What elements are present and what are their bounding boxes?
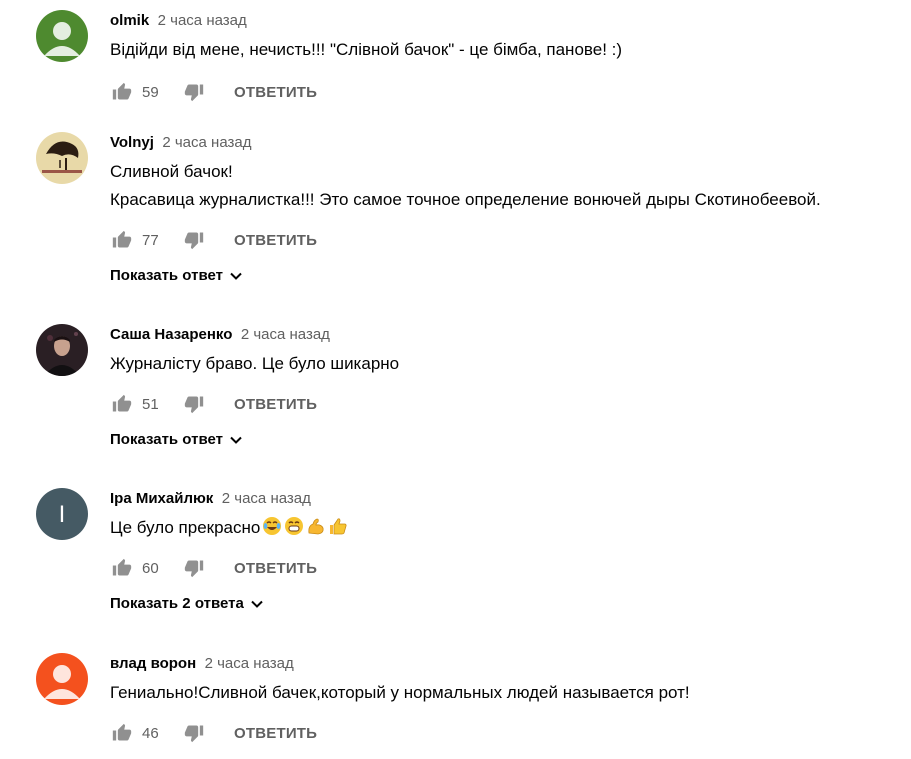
thumbs-up-icon [112,723,132,741]
comment-header: влад ворон 2 часа назад [110,653,911,675]
comment-text: Журналісту браво. Це було шикарно [110,354,400,373]
dislike-button[interactable] [182,392,206,416]
show-replies-label: Показать ответ [110,267,223,284]
comment-timestamp[interactable]: 2 часа назад [241,326,330,343]
comment-actions: 46 ОТВЕТИТЬ [110,721,317,745]
dislike-button[interactable] [182,556,206,580]
author-name[interactable]: Volnyj [110,134,154,151]
comment-actions: 60 ОТВЕТИТЬ [110,556,317,580]
comment-timestamp[interactable]: 2 часа назад [158,12,247,29]
reply-button[interactable]: ОТВЕТИТЬ [234,84,317,101]
comment-header: Саша Назаренко 2 часа назад [110,324,911,346]
like-count: 59 [142,83,159,101]
avatar[interactable] [36,132,88,184]
like-button[interactable] [110,392,134,416]
avatar[interactable] [36,324,88,376]
comment-actions: 51 ОТВЕТИТЬ [110,392,317,416]
comment-actions: 59 ОТВЕТИТЬ [110,80,317,104]
comment-text: Гениально!Сливной бачек,который у нормал… [110,683,690,702]
author-name[interactable]: Саша Назаренко [110,326,232,343]
dislike-button[interactable] [182,228,206,252]
dislike-button[interactable] [182,80,206,104]
like-button[interactable] [110,228,134,252]
avatar[interactable] [36,10,88,62]
thumbs-down-icon [184,725,204,743]
thumbs-up-emoji-icon [328,516,348,536]
author-name[interactable]: olmik [110,12,149,29]
show-replies-button[interactable]: Показать 2 ответа [110,592,264,616]
thumbs-down-icon [184,396,204,414]
thumbs-up-icon [112,230,132,248]
avatar[interactable]: І [36,488,88,540]
like-count: 51 [142,395,159,413]
comment-timestamp[interactable]: 2 часа назад [205,655,294,672]
comment-body: olmik 2 часа назад Відійди від мене, неч… [110,10,911,102]
thumbs-down-icon [184,84,204,102]
letter-avatar-icon: І [36,488,88,540]
comment-text-content: Це було прекрасно [110,518,261,537]
like-button[interactable] [110,721,134,745]
dislike-button[interactable] [182,721,206,745]
show-replies-button[interactable]: Показать ответ [110,264,243,288]
show-replies-label: Показать 2 ответа [110,595,244,612]
reply-button[interactable]: ОТВЕТИТЬ [234,560,317,577]
thumbs-down-icon [184,560,204,578]
author-name[interactable]: влад ворон [110,655,196,672]
comment-header: Іра Михайлюк 2 часа назад [110,488,911,510]
comment-body: влад ворон 2 часа назад Гениально!Сливно… [110,653,911,743]
thumbs-up-icon [112,394,132,412]
comment-text: Це було прекрасно [110,514,911,542]
chevron-down-icon [250,597,264,611]
user-photo-icon [36,324,88,376]
thumbs-up-icon [112,558,132,576]
chevron-down-icon [229,269,243,283]
comment-body: Саша Назаренко 2 часа назад Журналісту б… [110,324,911,448]
comment-body: Іра Михайлюк 2 часа назад Це було прекра… [110,488,911,612]
like-button[interactable] [110,80,134,104]
reply-button[interactable]: ОТВЕТИТЬ [234,725,317,742]
avatar[interactable] [36,653,88,705]
comment-header: Volnyj 2 часа назад [110,132,911,154]
comment-header: olmik 2 часа назад [110,10,911,32]
comment-text: Сливной бачок! Красавица журналистка!!! … [110,162,821,209]
default-user-icon [36,653,88,705]
like-count: 46 [142,724,159,742]
show-replies-label: Показать ответ [110,431,223,448]
comment-timestamp[interactable]: 2 часа назад [162,134,251,151]
like-count: 77 [142,231,159,249]
default-user-icon [36,10,88,62]
comment-actions: 77 ОТВЕТИТЬ [110,228,317,252]
grinning-face-icon [284,516,304,536]
comment-text: Відійди від мене, нечисть!!! "Слівной ба… [110,40,623,59]
reply-button[interactable]: ОТВЕТИТЬ [234,232,317,249]
thumbs-down-icon [184,232,204,250]
thumbs-up-icon [112,82,132,100]
avatar-letter: І [59,501,66,528]
comments-list: olmik 2 часа назад Відійди від мене, неч… [0,0,911,759]
show-replies-button[interactable]: Показать ответ [110,428,243,452]
comment-body: Volnyj 2 часа назад Сливной бачок! Краса… [110,132,911,284]
chevron-down-icon [229,433,243,447]
like-button[interactable] [110,556,134,580]
author-name[interactable]: Іра Михайлюк [110,490,213,507]
like-count: 60 [142,559,159,577]
reply-button[interactable]: ОТВЕТИТЬ [234,396,317,413]
user-photo-icon [36,132,88,184]
flexed-biceps-icon [306,516,326,536]
comment-timestamp[interactable]: 2 часа назад [222,490,311,507]
face-with-tears-of-joy-icon [262,516,282,536]
